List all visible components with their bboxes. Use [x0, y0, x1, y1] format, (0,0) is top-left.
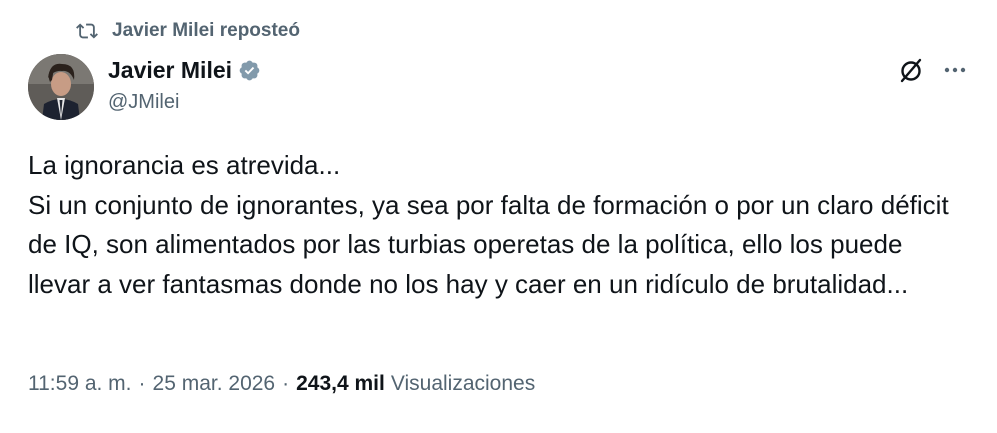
meta-separator: ·	[282, 372, 290, 395]
tweet-meta: 11:59 a. m. · 25 mar. 2026 · 243,4 mil V…	[28, 372, 535, 396]
repost-indicator[interactable]: Javier Milei reposteó	[76, 20, 300, 42]
grok-icon[interactable]	[897, 56, 925, 84]
meta-separator: ·	[138, 372, 146, 395]
views-label: Visualizaciones	[390, 372, 536, 395]
tweet-time[interactable]: 11:59 a. m.	[28, 372, 132, 396]
tweet-card: Javier Milei reposteó Javier Milei @JMil…	[0, 0, 997, 433]
author-handle[interactable]: @JMilei	[108, 90, 261, 114]
author-block[interactable]: Javier Milei @JMilei	[108, 56, 261, 114]
views-count[interactable]: 243,4 mil	[296, 372, 385, 396]
author-name[interactable]: Javier Milei	[108, 56, 232, 84]
avatar[interactable]	[28, 54, 94, 120]
repost-icon	[76, 20, 98, 42]
tweet-top-actions	[897, 56, 969, 84]
repost-text: Javier Milei reposteó	[112, 20, 300, 41]
tweet-date[interactable]: 25 mar. 2026	[153, 372, 276, 396]
more-icon[interactable]	[941, 56, 969, 84]
tweet-text: La ignorancia es atrevida... Si un conju…	[28, 150, 949, 299]
verified-badge-icon	[238, 59, 261, 82]
